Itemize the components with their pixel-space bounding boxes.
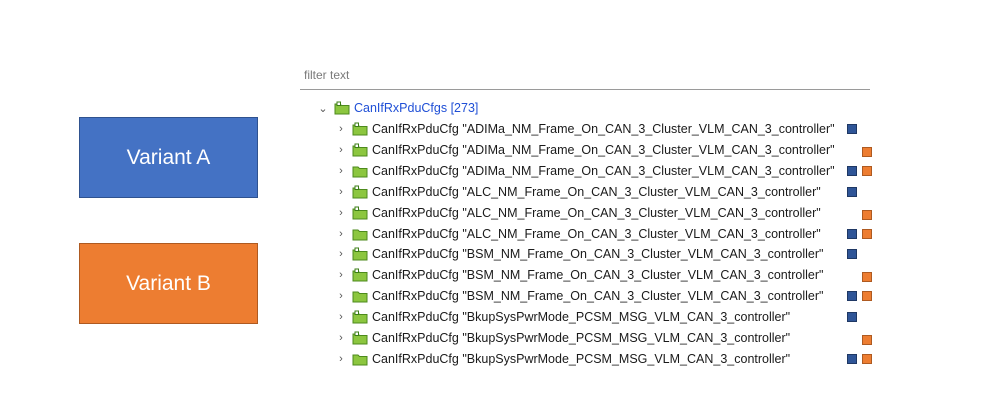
- expand-chevron-icon[interactable]: ›: [334, 144, 348, 156]
- tree-row[interactable]: › CanIfRxPduCfg "ADIMa_NM_Frame_On_CAN_3_…: [334, 161, 835, 181]
- variant-b-marker: [862, 228, 872, 239]
- tree-row-name: "BkupSysPwrMode_PCSM_MSG_VLM_CAN_3_contr…: [462, 310, 791, 325]
- variant-a-label: Variant A: [126, 145, 211, 169]
- folder-icon: [352, 354, 368, 366]
- tree-row-name: "ALC_NM_Frame_On_CAN_3_Cluster_VLM_CAN_3…: [462, 184, 821, 199]
- folder-icon: [352, 229, 368, 240]
- variant-b-marker: [862, 272, 872, 283]
- expand-chevron-icon[interactable]: ›: [334, 353, 348, 365]
- tree-row-name: "BkupSysPwrMode_PCSM_MSG_VLM_CAN_3_contr…: [462, 331, 791, 345]
- folder-variant-icon: [352, 122, 368, 136]
- tree-row-type: CanIfRxPduCfg: [372, 205, 459, 220]
- folder-icon: [352, 291, 368, 303]
- variant-b-legend: Variant B: [79, 243, 258, 324]
- tree-row[interactable]: › CanIfRxPduCfg "BkupSysPwrMode_PCSM_MSG_…: [334, 328, 790, 348]
- tree-row[interactable]: › CanIfRxPduCfg "BSM_NM_Frame_On_CAN_3_Cl…: [334, 244, 823, 264]
- tree-row-type: CanIfRxPduCfg: [372, 142, 459, 157]
- tree-row-name: "BSM_NM_Frame_On_CAN_3_Cluster_VLM_CAN_3…: [462, 289, 824, 304]
- tree-row-type: CanIfRxPduCfg: [372, 331, 459, 345]
- variant-a-marker: [847, 249, 857, 260]
- variant-b-marker: [862, 353, 872, 364]
- variant-b-label: Variant B: [126, 271, 211, 295]
- tree-row-type: CanIfRxPduCfg: [372, 268, 459, 283]
- expand-chevron-icon[interactable]: ›: [334, 207, 348, 219]
- variant-b-marker: [862, 209, 872, 220]
- tree-row[interactable]: › CanIfRxPduCfg "BSM_NM_Frame_On_CAN_3_Cl…: [334, 265, 823, 285]
- tree-row[interactable]: › CanIfRxPduCfg "BSM_NM_Frame_On_CAN_3_Cl…: [334, 286, 823, 306]
- folder-variant-icon: [352, 143, 368, 157]
- folder-variant-icon: [352, 206, 368, 220]
- folder-variant-icon: [334, 101, 350, 115]
- tree-row-name: "ADIMa_NM_Frame_On_CAN_3_Cluster_VLM_CAN…: [462, 122, 835, 136]
- tree-row-name: "BkupSysPwrMode_PCSM_MSG_VLM_CAN_3_contr…: [462, 351, 791, 366]
- variant-b-marker: [862, 146, 872, 157]
- tree-row-type: CanIfRxPduCfg: [372, 247, 459, 262]
- tree-row-type: CanIfRxPduCfg: [372, 122, 459, 136]
- variant-a-marker: [847, 165, 857, 176]
- tree-row-name: "ADIMa_NM_Frame_On_CAN_3_Cluster_VLM_CAN…: [462, 142, 835, 157]
- expand-chevron-icon[interactable]: ›: [334, 332, 348, 344]
- tree-row[interactable]: › CanIfRxPduCfg "ALC_NM_Frame_On_CAN_3_Cl…: [334, 182, 821, 202]
- expand-chevron-icon[interactable]: ›: [334, 248, 348, 260]
- expand-chevron-icon[interactable]: ›: [334, 123, 348, 135]
- filter-underline: [300, 89, 870, 90]
- folder-variant-icon: [352, 268, 368, 282]
- filter-input[interactable]: [300, 70, 870, 86]
- tree-row-type: CanIfRxPduCfg: [372, 351, 459, 366]
- tree-panel: ⌄ CanIfRxPduCfgs [273] › CanIfRxPduCfg "A…: [300, 70, 875, 370]
- folder-variant-icon: [352, 247, 368, 261]
- variant-b-marker: [862, 335, 872, 345]
- tree-row-type: CanIfRxPduCfg: [372, 310, 459, 325]
- variant-a-marker: [847, 186, 857, 197]
- filter-bar: [300, 70, 870, 92]
- expand-chevron-icon[interactable]: ›: [334, 269, 348, 281]
- tree-row[interactable]: › CanIfRxPduCfg "ALC_NM_Frame_On_CAN_3_Cl…: [334, 224, 821, 244]
- variant-a-marker: [847, 124, 857, 134]
- expand-chevron-icon[interactable]: ›: [334, 186, 348, 198]
- tree-row[interactable]: › CanIfRxPduCfg "BkupSysPwrMode_PCSM_MSG_…: [334, 349, 790, 369]
- variant-a-legend: Variant A: [79, 117, 258, 198]
- folder-variant-icon: [352, 310, 368, 324]
- expand-chevron-icon[interactable]: ›: [334, 228, 348, 240]
- tree-row-name: "ALC_NM_Frame_On_CAN_3_Cluster_VLM_CAN_3…: [462, 205, 821, 220]
- variant-a-marker: [847, 291, 857, 302]
- tree-row-type: CanIfRxPduCfg: [372, 289, 459, 304]
- tree-row[interactable]: › CanIfRxPduCfg "ADIMa_NM_Frame_On_CAN_3_…: [334, 119, 835, 139]
- variant-a-marker: [847, 228, 857, 239]
- expand-chevron-icon[interactable]: ›: [334, 165, 348, 177]
- tree-row[interactable]: › CanIfRxPduCfg "ALC_NM_Frame_On_CAN_3_Cl…: [334, 203, 821, 223]
- tree-row[interactable]: › CanIfRxPduCfg "ADIMa_NM_Frame_On_CAN_3_…: [334, 140, 835, 160]
- folder-variant-icon: [352, 331, 368, 345]
- folder-variant-icon: [352, 185, 368, 199]
- variant-a-marker: [847, 353, 857, 364]
- tree-row-name: "ALC_NM_Frame_On_CAN_3_Cluster_VLM_CAN_3…: [462, 226, 821, 241]
- tree-row-name: "ADIMa_NM_Frame_On_CAN_3_Cluster_VLM_CAN…: [462, 163, 835, 178]
- tree-row[interactable]: › CanIfRxPduCfg "BkupSysPwrMode_PCSM_MSG_…: [334, 307, 790, 327]
- tree-row-type: CanIfRxPduCfg: [372, 184, 459, 199]
- expand-chevron-icon[interactable]: ›: [334, 311, 348, 323]
- folder-icon: [352, 166, 368, 178]
- expand-chevron-icon[interactable]: ›: [334, 290, 348, 302]
- tree-root-node[interactable]: ⌄ CanIfRxPduCfgs [273]: [316, 98, 478, 118]
- tree-row-type: CanIfRxPduCfg: [372, 226, 459, 241]
- variant-a-marker: [847, 312, 857, 323]
- collapse-chevron-icon[interactable]: ⌄: [316, 102, 330, 115]
- tree-root-label: CanIfRxPduCfgs [273]: [354, 101, 479, 115]
- variant-b-marker: [862, 291, 872, 302]
- tree-row-type: CanIfRxPduCfg: [372, 163, 459, 178]
- tree-row-name: "BSM_NM_Frame_On_CAN_3_Cluster_VLM_CAN_3…: [462, 268, 824, 283]
- variant-b-marker: [862, 165, 872, 176]
- tree-row-name: "BSM_NM_Frame_On_CAN_3_Cluster_VLM_CAN_3…: [462, 247, 824, 262]
